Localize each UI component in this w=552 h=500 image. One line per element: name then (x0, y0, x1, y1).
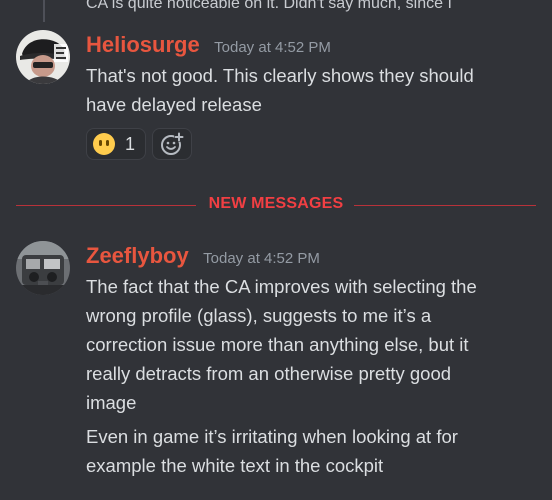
timestamp[interactable]: Today at 4:52 PM (203, 250, 320, 267)
message-line: wrong profile (glass), suggests to me it… (86, 305, 432, 326)
message-line: have delayed release (86, 94, 262, 115)
message-line: Even in game it’s irritating when lookin… (86, 426, 458, 447)
no-mouth-face-icon (93, 133, 115, 155)
avatar-image-icon (16, 30, 70, 84)
avatar[interactable] (16, 241, 70, 295)
timestamp[interactable]: Today at 4:52 PM (214, 39, 331, 56)
username[interactable]: Heliosurge (86, 32, 200, 57)
message-line: really detracts from an otherwise pretty… (86, 363, 452, 384)
reaction-count: 1 (125, 133, 136, 154)
message-line: That's not good. This clearly shows they… (86, 65, 474, 86)
thread-connector (43, 0, 45, 22)
username[interactable]: Zeeflyboy (86, 243, 189, 268)
add-reaction-icon (161, 132, 185, 155)
message-header: Heliosurge Today at 4:52 PM (86, 32, 331, 58)
reactions-bar: 1 (86, 128, 193, 160)
previous-message-text: CA is quite noticeable on it. Didn't say… (86, 0, 452, 12)
message-line: example the white text in the cockpit (86, 455, 384, 476)
new-messages-label: NEW MESSAGES (208, 195, 344, 212)
message-line: image (86, 392, 137, 413)
message-header: Zeeflyboy Today at 4:52 PM (86, 243, 320, 269)
avatar-image-icon (16, 241, 70, 295)
reaction-no-mouth[interactable]: 1 (86, 128, 147, 160)
message-line: correction issue more than anything else… (86, 334, 469, 355)
message-line: The fact that the CA improves with selec… (86, 276, 477, 297)
new-messages-divider: NEW MESSAGES (16, 194, 536, 216)
add-reaction-button[interactable] (152, 128, 193, 160)
avatar[interactable] (16, 30, 70, 84)
